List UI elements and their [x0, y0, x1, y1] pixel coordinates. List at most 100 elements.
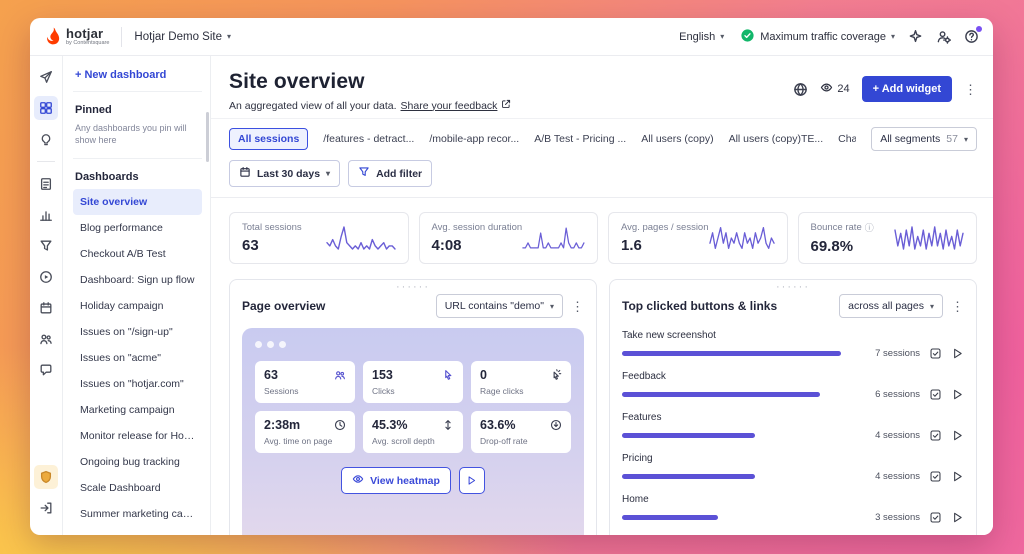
stat-card[interactable]: Bounce rate ⓘ 69.8%	[797, 212, 977, 264]
sidebar-item[interactable]: Ongoing bug tracking	[73, 449, 202, 475]
sidebar-item[interactable]: Site overview	[73, 189, 202, 216]
stat-card[interactable]: Avg. session duration 4:08	[418, 212, 598, 264]
globe-icon-button[interactable]	[793, 82, 808, 97]
view-heatmap-icon-button[interactable]	[929, 511, 942, 524]
segment-tab[interactable]: Channel 1 (X)	[838, 129, 856, 149]
logo-wordmark: hotjar	[66, 25, 104, 41]
sidebar-item[interactable]: Dashboard: Sign up flow	[73, 267, 202, 293]
page-metric-card: 0 Rage clicks	[471, 361, 571, 403]
traffic-coverage-selector[interactable]: Maximum traffic coverage ▾	[740, 28, 895, 46]
rail-users-button[interactable]	[34, 327, 58, 351]
traffic-coverage-label: Maximum traffic coverage	[760, 30, 886, 43]
widget-title: Page overview	[242, 299, 326, 313]
play-recordings-icon-button[interactable]	[951, 470, 964, 483]
sessions-count: 3 sessions	[875, 512, 920, 523]
rail-calendar-button[interactable]	[34, 296, 58, 320]
sidebar-item[interactable]: Checkout A/B Test	[73, 241, 202, 267]
page-subtitle: An aggregated view of all your data. Sha…	[229, 99, 511, 112]
rail-dashboards-grid-button[interactable]	[34, 96, 58, 120]
check-circle-icon	[740, 28, 755, 46]
sidebar: + New dashboard Pinned Any dashboards yo…	[63, 56, 211, 535]
segment-tab[interactable]: All sessions	[229, 128, 309, 150]
view-heatmap-icon-button[interactable]	[929, 429, 942, 442]
add-filter-label: Add filter	[376, 167, 423, 180]
add-widget-button[interactable]: + Add widget	[861, 76, 952, 102]
play-recordings-icon-button[interactable]	[951, 429, 964, 442]
view-heatmap-button[interactable]: View heatmap	[341, 467, 451, 494]
play-recordings-icon-button[interactable]	[951, 511, 964, 524]
whats-new-button[interactable]	[908, 29, 923, 44]
drag-handle[interactable]: ······	[396, 282, 430, 293]
page-metric-card: 45.3% Avg. scroll depth	[363, 411, 463, 453]
icon-rail	[30, 56, 63, 535]
play-icon	[954, 430, 962, 441]
hotjar-logo: hotjar by Contentsquare	[44, 27, 109, 47]
rail-metrics-button[interactable]	[34, 203, 58, 227]
stat-card[interactable]: Total sessions 63	[229, 212, 409, 264]
rail-feedback-button[interactable]	[34, 358, 58, 382]
language-selector[interactable]: English ▾	[679, 31, 724, 43]
drag-handle[interactable]: ······	[776, 282, 810, 293]
url-filter-select[interactable]: URL contains "demo" ▾	[435, 294, 563, 318]
chevron-down-icon: ▾	[226, 32, 231, 41]
segments-count: 57	[946, 133, 958, 145]
sidebar-item[interactable]: Issues on "/sign-up"	[73, 319, 202, 345]
rail-funnels-button[interactable]	[34, 234, 58, 258]
play-recordings-button[interactable]	[458, 467, 485, 494]
all-segments-select[interactable]: All segments 57 ▾	[871, 127, 977, 151]
rail-recordings-button[interactable]	[34, 265, 58, 289]
external-link-icon	[502, 99, 511, 108]
lightbulb-icon	[41, 134, 51, 146]
sidebar-item[interactable]: Marketing campaign	[73, 397, 202, 423]
view-heatmap-icon-button[interactable]	[929, 347, 942, 360]
rail-collapse-button[interactable]	[34, 496, 58, 520]
help-button[interactable]	[964, 26, 982, 44]
segment-tab[interactable]: All users (copy)TE...	[729, 129, 824, 149]
feedback-link[interactable]: Share your feedback	[401, 100, 498, 112]
rail-surveys-button[interactable]	[34, 172, 58, 196]
segment-tab[interactable]: A/B Test - Pricing ...	[534, 129, 626, 149]
view-heatmap-icon-button[interactable]	[929, 470, 942, 483]
rail-send-button[interactable]	[34, 65, 58, 89]
sidebar-scrollbar[interactable]	[206, 112, 209, 162]
page-overview-widget: ······ Page overview URL contains "demo"…	[229, 279, 597, 535]
metric-label: Drop-off rate	[480, 436, 528, 446]
account-settings-button[interactable]	[936, 29, 951, 44]
play-recordings-icon-button[interactable]	[951, 388, 964, 401]
sidebar-item[interactable]: Scale Dashboard	[73, 475, 202, 501]
chevron-down-icon: ▾	[720, 32, 725, 41]
segment-tab[interactable]: All users (copy)	[641, 129, 713, 149]
recordings-icon	[40, 271, 52, 283]
sidebar-item[interactable]: Holiday campaign	[73, 293, 202, 319]
sidebar-item[interactable]: Blog performance	[73, 215, 202, 241]
rail-lightbulb-button[interactable]	[34, 127, 58, 151]
segment-tab[interactable]: /features - detract...	[323, 129, 414, 149]
sidebar-item[interactable]: Issues on "hotjar.com"	[73, 371, 202, 397]
stat-card[interactable]: Avg. pages / session 1.6	[608, 212, 788, 264]
surveys-icon	[40, 178, 52, 190]
widget-kebab-menu[interactable]: ⋮	[571, 300, 584, 313]
page-preview: 63 Sessions 153 Clicks 0 Rage clicks 2:38m Avg.…	[242, 328, 584, 535]
new-dashboard-button[interactable]: + New dashboard	[73, 65, 168, 91]
site-selector[interactable]: Hotjar Demo Site ▾	[134, 31, 231, 43]
all-segments-label: All segments	[880, 133, 941, 145]
sidebar-item[interactable]: Monitor release for Hotjar	[73, 423, 202, 449]
sidebar-item[interactable]: Issues on "acme"	[73, 345, 202, 371]
add-filter-button[interactable]: Add filter	[348, 160, 433, 187]
widget-kebab-menu[interactable]: ⋮	[951, 300, 964, 313]
date-range-button[interactable]: Last 30 days ▾	[229, 160, 341, 187]
pages-scope-select[interactable]: across all pages ▾	[839, 294, 943, 318]
header-kebab-menu[interactable]: ⋮	[964, 83, 977, 96]
view-heatmap-icon-button[interactable]	[929, 388, 942, 401]
clicked-item-label: Feedback	[622, 371, 666, 382]
chevron-down-icon: ▾	[326, 169, 331, 178]
browser-dots	[255, 341, 571, 348]
clicked-item-label: Home	[622, 494, 649, 505]
sidebar-item[interactable]: Summer marketing campaign	[73, 501, 202, 527]
rage-click-icon	[553, 369, 562, 380]
view-heatmap-label: View heatmap	[370, 474, 440, 487]
play-recordings-icon-button[interactable]	[951, 347, 964, 360]
pages-scope-label: across all pages	[848, 300, 924, 312]
segment-tab[interactable]: /mobile-app recor...	[429, 129, 519, 149]
rail-shield-button[interactable]	[34, 465, 58, 489]
